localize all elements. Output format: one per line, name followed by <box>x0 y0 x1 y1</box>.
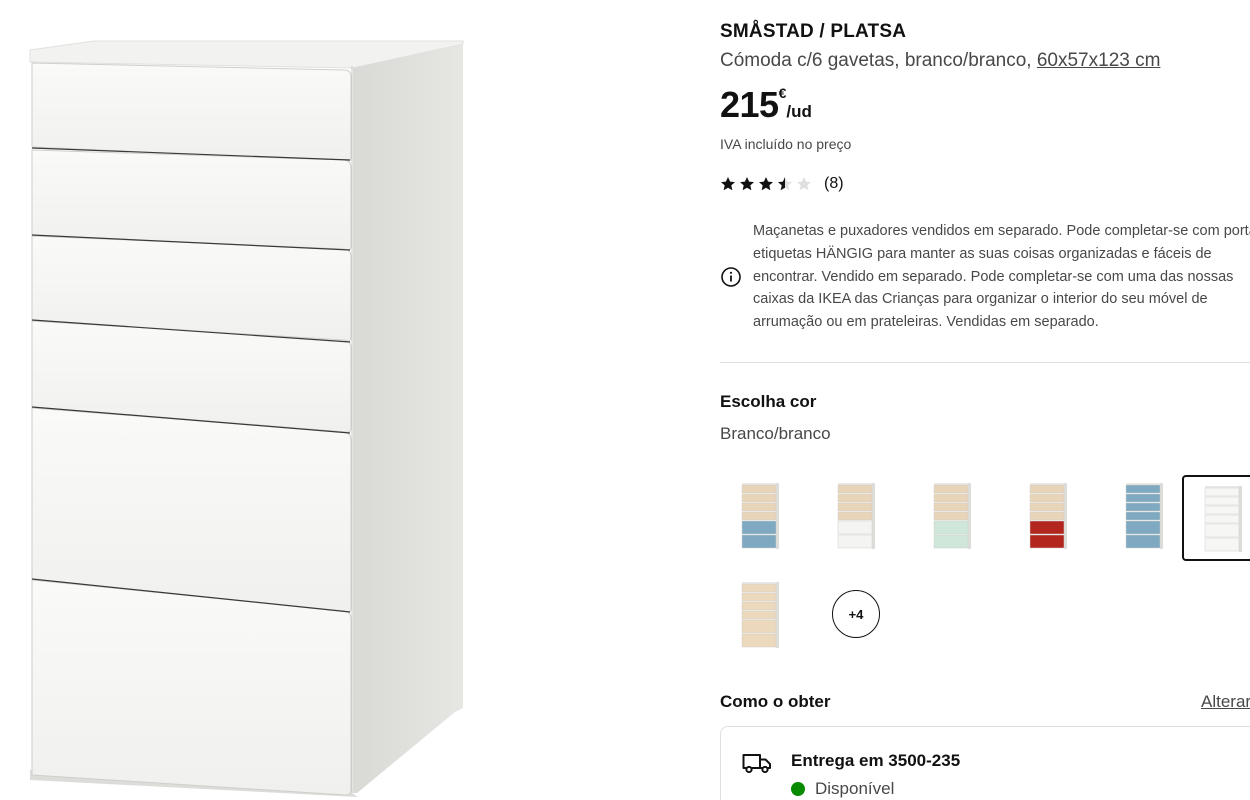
star-icon <box>740 177 754 191</box>
product-info-panel: SMÅSTAD / PLATSA Cómoda c/6 gavetas, bra… <box>720 0 1250 800</box>
product-image[interactable] <box>0 0 700 800</box>
dresser-thumbnail-icon <box>741 582 779 648</box>
dresser-thumbnail-icon <box>837 483 875 549</box>
notice-text: Maçanetas e puxadores vendidos em separa… <box>753 223 1250 331</box>
availability-text: Disponível <box>815 779 895 798</box>
color-swatch-white-white[interactable] <box>1182 475 1250 561</box>
color-swatch-birch-mint[interactable] <box>912 475 992 555</box>
get-it-heading: Como o obter <box>720 692 831 711</box>
divider <box>720 362 1250 363</box>
price-unit: /ud <box>786 102 812 121</box>
product-name: SMÅSTAD / PLATSA <box>720 21 907 42</box>
delivery-card[interactable]: Entrega em 3500-235 Disponível <box>720 726 1250 800</box>
color-swatch-birch-red[interactable] <box>1008 475 1088 555</box>
star-icon <box>778 177 792 191</box>
color-swatch-white-blue[interactable] <box>1104 475 1184 555</box>
dresser-thumbnail-icon <box>933 483 971 549</box>
status-dot-icon <box>791 782 805 796</box>
dresser-thumbnail-icon <box>1029 483 1067 549</box>
dimensions-link[interactable]: 60x57x123 cm <box>1037 50 1161 71</box>
color-swatch-birch-white[interactable] <box>816 475 896 555</box>
change-location-link[interactable]: Alterar <box>1201 692 1250 712</box>
price-currency: € <box>778 85 787 101</box>
color-swatch-birch-blue[interactable] <box>720 475 800 555</box>
delivery-title: Entrega em 3500-235 <box>791 751 961 770</box>
dresser-thumbnail-icon <box>1204 486 1242 552</box>
rating-count: (8) <box>824 175 844 192</box>
info-icon <box>721 267 741 287</box>
star-icon <box>759 177 773 191</box>
rating-stars <box>720 176 812 192</box>
more-colors-button[interactable]: +4 <box>832 590 880 638</box>
color-heading: Escolha cor <box>720 392 817 411</box>
product-description: Cómoda c/6 gavetas, branco/branco, 60x57… <box>720 50 1160 72</box>
availability-status: Disponível <box>791 779 894 799</box>
color-swatch-birch-birch[interactable] <box>720 574 800 654</box>
star-icon <box>797 177 811 191</box>
star-icon <box>721 177 735 191</box>
price-amount: 215 <box>720 84 779 125</box>
rating[interactable]: (8) <box>720 175 844 193</box>
truck-icon <box>742 754 771 774</box>
selected-color-label: Branco/branco <box>720 424 831 443</box>
dresser-thumbnail-icon <box>1125 483 1163 549</box>
dresser-thumbnail-icon <box>741 483 779 549</box>
vat-note: IVA incluído no preço <box>720 136 852 152</box>
dresser-illustration <box>29 40 464 797</box>
product-description-text: Cómoda c/6 gavetas, branco/branco, <box>720 50 1037 71</box>
price: 215€/ud <box>720 84 812 126</box>
